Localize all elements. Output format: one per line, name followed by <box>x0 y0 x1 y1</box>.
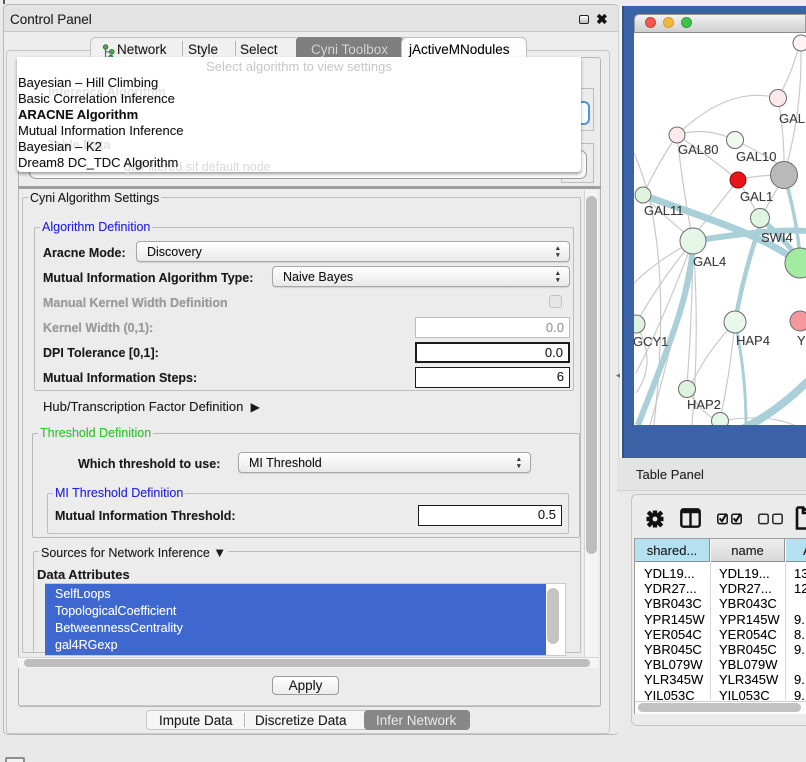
svg-text:GCY1: GCY1 <box>634 334 668 349</box>
svg-text:GAL10: GAL10 <box>736 149 776 164</box>
svg-text:Y: Y <box>797 333 806 348</box>
svg-text:SWI4: SWI4 <box>761 230 793 245</box>
svg-text:HAP4: HAP4 <box>736 333 770 348</box>
svg-text:GAL4: GAL4 <box>693 254 726 269</box>
svg-text:GAL: GAL <box>779 111 805 126</box>
svg-text:GAL1: GAL1 <box>740 189 773 204</box>
svg-text:GAL11: GAL11 <box>644 203 684 218</box>
svg-text:HAP2: HAP2 <box>687 397 721 412</box>
svg-text:GAL80: GAL80 <box>678 142 718 157</box>
